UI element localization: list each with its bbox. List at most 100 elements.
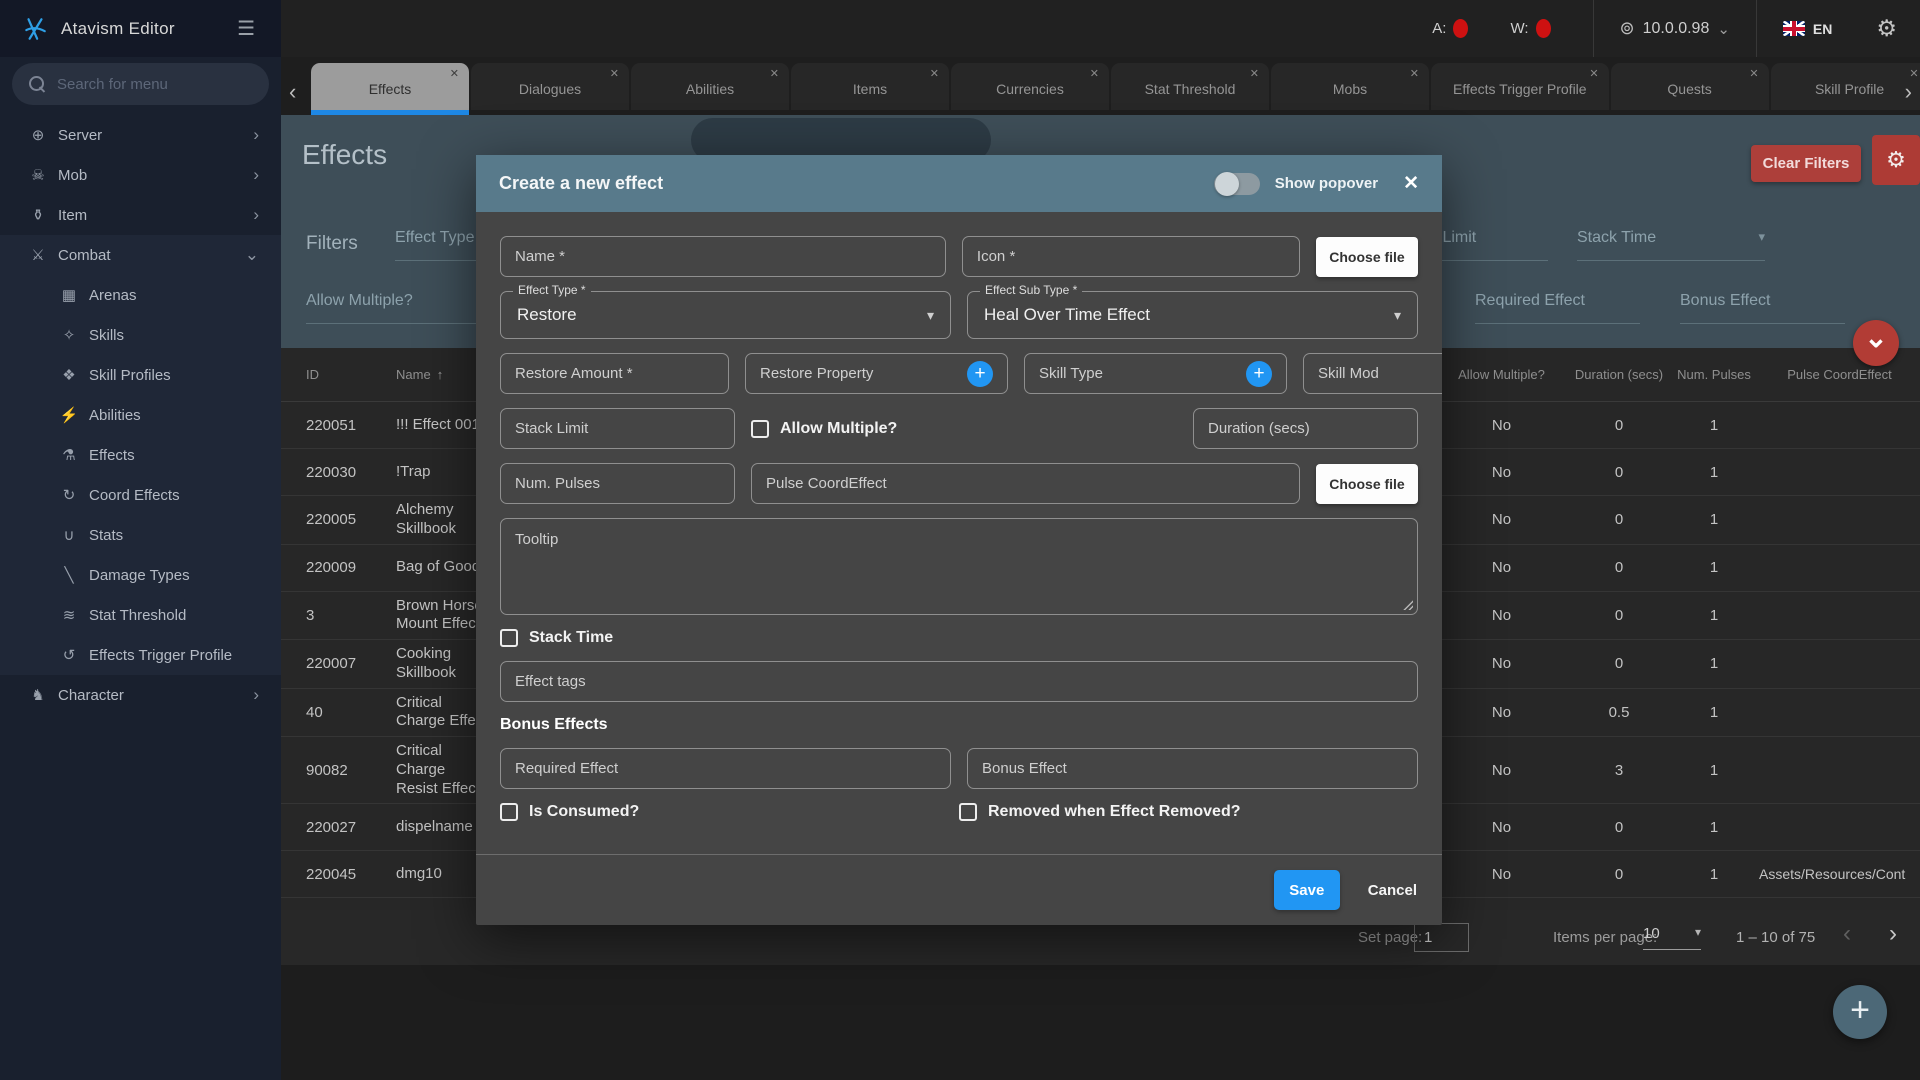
column-header-allow-multiple[interactable]: Allow Multiple? — [1434, 366, 1569, 384]
language-selector[interactable]: EN — [1782, 21, 1832, 37]
sidebar-item-abilities[interactable]: ⚡ Abilities — [0, 395, 281, 435]
tab-close-icon[interactable]: ✕ — [610, 67, 619, 80]
search-input[interactable] — [57, 75, 252, 93]
topbar-divider — [1755, 0, 1757, 57]
add-effect-button[interactable]: + — [1833, 985, 1887, 1039]
scroll-top-button[interactable]: ⌄ — [1853, 320, 1899, 366]
tab-close-icon[interactable]: ✕ — [770, 67, 779, 80]
tab-quests[interactable]: Quests ✕ — [1610, 63, 1769, 110]
tab-label: Dialogues — [518, 80, 582, 97]
close-icon[interactable]: ✕ — [1403, 172, 1419, 195]
add-restore-property-button[interactable]: + — [967, 360, 993, 387]
skill-mod-input[interactable] — [1318, 365, 1442, 382]
cancel-button[interactable]: Cancel — [1368, 882, 1417, 899]
sidebar-item-combat[interactable]: ⚔ Combat ⌄ — [0, 235, 281, 275]
sidebar-item-character[interactable]: ♞ Character › — [0, 675, 281, 715]
previous-page-icon[interactable]: ‹ — [1843, 920, 1851, 948]
sidebar-item-effects-trigger-profile[interactable]: ↺ Effects Trigger Profile — [0, 635, 281, 675]
tab-mobs[interactable]: Mobs ✕ — [1271, 63, 1429, 110]
tooltip-textarea[interactable] — [501, 519, 1417, 614]
hamburger-icon[interactable]: ☰ — [237, 16, 255, 41]
settings-gear-icon[interactable]: ⚙ — [1876, 15, 1897, 42]
effect-sub-type-value: Heal Over Time Effect — [984, 305, 1150, 324]
set-page-input[interactable] — [1414, 923, 1469, 952]
tab-close-icon[interactable]: ✕ — [450, 67, 459, 80]
sidebar-item-stats[interactable]: ∪ Stats — [0, 515, 281, 555]
filter-bonus-effect[interactable]: Bonus Effect — [1680, 292, 1845, 324]
sidebar-item-server[interactable]: ⊕ Server › — [0, 115, 281, 155]
column-header-id[interactable]: ID — [306, 366, 396, 384]
effect-sub-type-select[interactable]: Effect Sub Type * Heal Over Time Effect … — [967, 283, 1418, 339]
save-button[interactable]: Save — [1273, 870, 1340, 910]
sidebar-item-effects[interactable]: ⚗ Effects — [0, 435, 281, 475]
tabs-scroll-left-icon[interactable]: ‹ — [289, 79, 296, 105]
icon-input[interactable] — [976, 248, 1285, 265]
bonus-effect-input[interactable] — [982, 760, 1403, 777]
add-skill-type-button[interactable]: + — [1246, 360, 1272, 387]
allow-multiple-checkbox[interactable]: Allow Multiple? — [751, 419, 897, 438]
tab-currencies[interactable]: Currencies ✕ — [951, 63, 1109, 110]
tab-close-icon[interactable]: ✕ — [1749, 67, 1758, 80]
stack-limit-input[interactable] — [515, 420, 720, 437]
column-header-pulse-coordeffect[interactable]: Pulse CoordEffect — [1759, 366, 1920, 384]
tab-close-icon[interactable]: ✕ — [1410, 67, 1419, 80]
sidebar-item-mob[interactable]: ☠ Mob › — [0, 155, 281, 195]
next-page-icon[interactable]: › — [1889, 920, 1897, 948]
duration-input[interactable] — [1208, 420, 1403, 437]
stack-time-checkbox[interactable]: Stack Time — [500, 629, 1418, 647]
effect-tags-input[interactable] — [515, 673, 1403, 690]
tab-effects-trigger-profile[interactable]: Effects Trigger Profile ✕ — [1431, 63, 1609, 110]
effect-type-select[interactable]: Effect Type * Restore ▾ — [500, 283, 951, 339]
modal-body: Choose file Effect Type * Restore ▾ Effe… — [476, 212, 1442, 844]
sidebar-item-label: Stat Threshold — [89, 606, 187, 624]
items-per-page-select[interactable]: ▾ 10 — [1643, 925, 1701, 950]
table-cell-allow-multiple: No — [1491, 559, 1512, 576]
tab-abilities[interactable]: Abilities ✕ — [631, 63, 789, 110]
tab-skill-profile[interactable]: Skill Profile ✕ — [1770, 63, 1920, 110]
tab-effects[interactable]: Effects ✕ — [311, 63, 469, 115]
table-cell-allow-multiple: No — [1491, 865, 1512, 883]
filter-stack-time[interactable]: ▾ Stack Time — [1577, 229, 1765, 261]
checkbox-icon — [500, 629, 518, 647]
sidebar-item-skills[interactable]: ✧ Skills — [0, 315, 281, 355]
tab-dialogues[interactable]: Dialogues ✕ — [471, 63, 629, 110]
icon-choose-file-button[interactable]: Choose file — [1316, 236, 1418, 277]
pulse-coordeffect-input[interactable] — [766, 475, 1285, 492]
auth-status: A: — [1432, 19, 1469, 38]
table-settings-button[interactable]: ⚙ — [1872, 135, 1920, 185]
required-effect-input[interactable] — [515, 760, 936, 777]
restore-property-input[interactable] — [760, 365, 959, 382]
swords-icon: ⚔ — [31, 247, 45, 264]
name-input[interactable] — [515, 248, 931, 265]
sidebar-item-damage-types[interactable]: ╲ Damage Types — [0, 555, 281, 595]
tab-close-icon[interactable]: ✕ — [1250, 67, 1259, 80]
tab-close-icon[interactable]: ✕ — [1090, 67, 1099, 80]
tab-close-icon[interactable]: ✕ — [930, 67, 939, 80]
tab-items[interactable]: Items ✕ — [791, 63, 949, 110]
show-popover-toggle[interactable] — [1213, 171, 1260, 196]
skill-type-input[interactable] — [1039, 365, 1238, 382]
removed-when-effect-removed-checkbox[interactable]: Removed when Effect Removed? — [959, 803, 1418, 821]
tabs-scroll-right-icon[interactable]: › — [1905, 79, 1912, 105]
sidebar-search[interactable] — [12, 63, 269, 105]
is-consumed-checkbox[interactable]: Is Consumed? — [500, 803, 959, 821]
show-popover-label: Show popover — [1274, 175, 1379, 192]
sidebar-item-coord-effects[interactable]: ↻ Coord Effects — [0, 475, 281, 515]
server-ip-dropdown[interactable]: ⊚ 10.0.0.98 ⌄ — [1620, 18, 1730, 39]
filter-required-effect[interactable]: Required Effect — [1475, 292, 1640, 324]
restore-amount-input[interactable] — [515, 365, 714, 382]
column-header-duration[interactable]: Duration (secs) — [1569, 366, 1669, 384]
column-header-num-pulses[interactable]: Num. Pulses — [1669, 366, 1759, 384]
table-cell-allow-multiple: No — [1491, 655, 1512, 673]
tab-stat-threshold[interactable]: Stat Threshold ✕ — [1111, 63, 1269, 110]
pulse-choose-file-button[interactable]: Choose file — [1316, 463, 1418, 504]
num-pulses-input[interactable] — [515, 475, 720, 492]
sidebar-item-item[interactable]: ⚱ Item › — [0, 195, 281, 235]
world-status: W: — [1510, 19, 1551, 38]
clear-filters-button[interactable]: Clear Filters — [1751, 145, 1861, 182]
tab-close-icon[interactable]: ✕ — [1589, 67, 1598, 80]
sidebar-item-arenas[interactable]: ▦ Arenas — [0, 275, 281, 315]
set-page-label: Set page: — [1358, 929, 1423, 946]
sidebar-item-stat-threshold[interactable]: ≋ Stat Threshold — [0, 595, 281, 635]
sidebar-item-skill-profiles[interactable]: ❖ Skill Profiles — [0, 355, 281, 395]
